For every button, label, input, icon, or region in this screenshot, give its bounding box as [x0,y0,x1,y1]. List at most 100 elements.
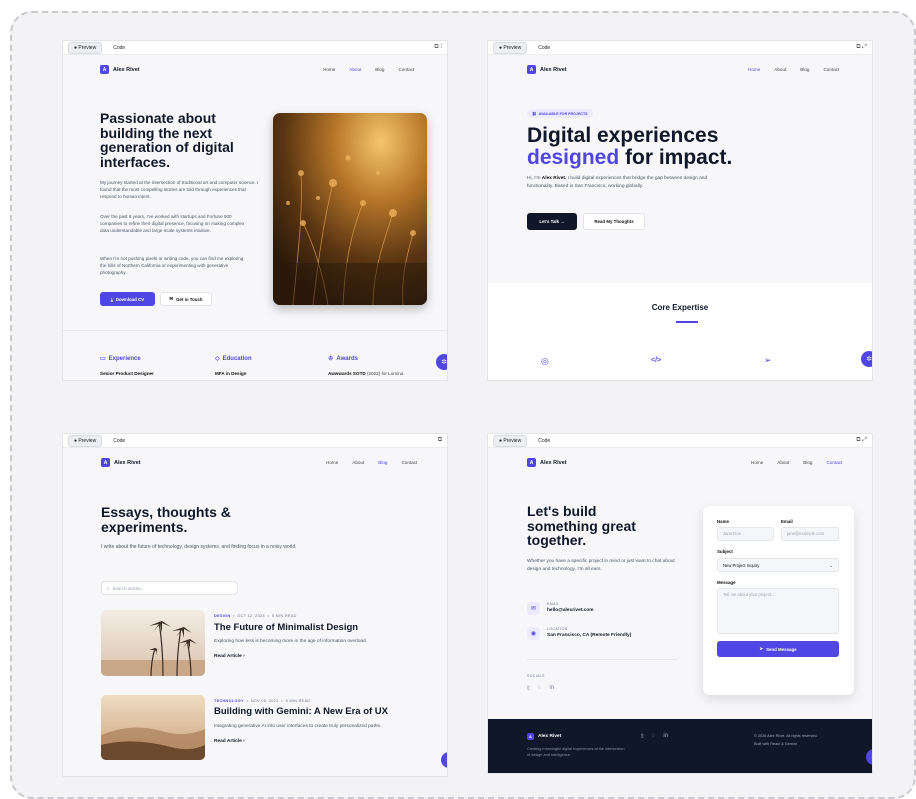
search-icon: ⌕ [107,585,110,591]
twitter-icon[interactable]: 𝕥 [641,733,644,740]
assistant-fab[interactable]: ✲ [861,351,872,367]
download-cv-button[interactable]: ⤓ Download CV [100,292,155,306]
lets-talk-button[interactable]: Let's Talk → [527,213,577,230]
message-textarea[interactable]: Tell me about your project... [717,588,839,634]
open-window-icon[interactable]: ⧉ ⤢ [856,437,867,444]
code-tab[interactable]: Code [533,436,555,446]
search-input[interactable]: ⌕ Search articles... [101,581,238,595]
home-title-line-1: Digital experiences [527,124,719,147]
linkedin-icon[interactable]: in [549,685,554,692]
get-in-touch-button[interactable]: ✉ Get in Touch [160,292,212,306]
sparkle-icon: ✲ [446,756,447,764]
post-2-read-label: Read Article [214,739,242,744]
subject-label: Subject [717,549,733,554]
twitter-icon[interactable]: 𝕥 [527,685,530,692]
nav-blog[interactable]: Blog [800,67,809,72]
name-input[interactable]: Jane Doe [717,527,774,541]
open-window-icon[interactable]: ⧉ ⤢ [856,44,867,51]
nav-home[interactable]: Home [323,67,335,72]
subject-select[interactable]: New Project Inquiry ⌄ [717,558,839,572]
post-1-title[interactable]: The Future of Minimalist Design [214,622,358,633]
email-label: EMAIL [547,602,560,606]
brand-logo[interactable]: A Alex Rivet [101,458,141,467]
chevron-right-icon: › [243,739,245,744]
email-icon-box: ✉ [527,602,540,615]
cursor-icon: ➢ [764,355,772,365]
divider [527,659,677,660]
post-1-read-label: Read Article [214,654,242,659]
home-title-line-2: designed for impact. [527,147,732,169]
linkedin-icon[interactable]: in [663,733,668,740]
awards-value-bold: Awwwards SOTD [328,371,366,376]
code-tab[interactable]: Code [108,43,130,53]
nav-about[interactable]: About [777,460,789,465]
availability-badge: ⛓ AVAILABLE FOR PROJECTS [527,109,593,118]
preview-tab[interactable]: ● Preview [493,41,528,54]
sparkle-icon: ✲ [866,356,872,363]
post-1-meta: DESIGN • OCT 12, 2023 • 5 MIN READ [214,614,297,618]
chevron-down-icon: ⌄ [829,562,833,568]
about-title: Passionate about building the next gener… [100,110,234,170]
logo-mark-icon: A [101,458,110,467]
divider [63,330,447,331]
nav-about[interactable]: About [774,67,786,72]
nav-contact[interactable]: Contact [398,67,414,72]
nav-blog[interactable]: Blog [378,460,387,465]
brand-logo[interactable]: A Alex Rivet [527,458,567,467]
post-2-title[interactable]: Building with Gemini: A New Era of UX [214,706,388,717]
read-thoughts-button[interactable]: Read My Thoughts [583,213,645,230]
post-image-palms[interactable] [101,610,205,676]
nav-about[interactable]: About [349,67,361,72]
preview-tab[interactable]: ● Preview [493,434,528,447]
nav-about[interactable]: About [352,460,364,465]
post-image-hills[interactable] [101,695,205,760]
post-1-read-link[interactable]: Read Article › [214,654,245,659]
nav-home[interactable]: Home [751,460,763,465]
code-tab[interactable]: Code [533,43,555,53]
open-window-icon[interactable]: ⧉ [438,437,442,444]
footer-social-icons: 𝕥 ◌ in [641,733,668,740]
email-value[interactable]: hello@alexrivet.com [547,608,594,613]
nav-blog[interactable]: Blog [375,67,384,72]
nav-contact[interactable]: Contact [823,67,839,72]
download-icon: ⤓ [110,296,113,302]
mail-icon: ✉ [169,296,174,301]
assistant-fab[interactable]: ✲ [441,752,447,768]
post-2-read-link[interactable]: Read Article › [214,739,245,744]
awards-value: Awwwards SOTD (2022) for Lumina. [328,371,405,376]
education-value: MFA in Design [215,371,247,376]
email-field[interactable]: jane@example.com [781,527,839,541]
nav-links: Home About Blog Contact [748,67,839,72]
assistant-fab[interactable]: ✲ [436,354,447,370]
search-placeholder: Search articles... [112,585,146,591]
footer-copyright: © 2026 Alex Rivet. All rights reserved. [754,734,818,738]
blog-title: Essays, thoughts & experiments. [101,504,231,535]
preview-tab[interactable]: ● Preview [68,434,103,447]
footer-brand[interactable]: A Alex Rivet [527,733,561,740]
send-message-button[interactable]: ➤ Send Message [717,641,839,657]
awards-value-rest: (2022) for Lumina. [365,371,405,376]
github-icon[interactable]: ◌ [652,733,656,740]
open-window-icon[interactable]: ⧉ ⁞ [434,44,442,51]
brand-logo[interactable]: A Alex Rivet [100,65,140,74]
post-1-excerpt: Exploring how less is becoming more in t… [214,639,368,644]
experience-label: Experience [108,355,141,362]
sparkle-icon: ✲ [871,753,872,761]
email-icon: ✉ [530,606,537,612]
code-icon: </> [651,357,662,364]
preview-tab[interactable]: ● Preview [68,41,103,54]
awards-label: Awards [336,355,358,362]
brand-logo[interactable]: A Alex Rivet [527,65,567,74]
nav-blog[interactable]: Blog [803,460,812,465]
preview-toolbar: ● Preview Code ⧉ ⤢ [488,41,872,55]
nav-home[interactable]: Home [326,460,338,465]
experience-value: Senior Product Designer [100,371,154,376]
github-icon[interactable]: ◌ [538,685,542,692]
code-tab[interactable]: Code [108,436,130,446]
blog-preview-pane: ● Preview Code ⧉ A Alex Rivet Home About … [62,433,448,777]
nav-home[interactable]: Home [748,67,760,72]
nav-contact[interactable]: Contact [826,460,842,465]
preview-toolbar: ● Preview Code ⧉ [63,434,447,448]
intro-name: Alex Rivet. [541,176,567,181]
nav-contact[interactable]: Contact [401,460,417,465]
